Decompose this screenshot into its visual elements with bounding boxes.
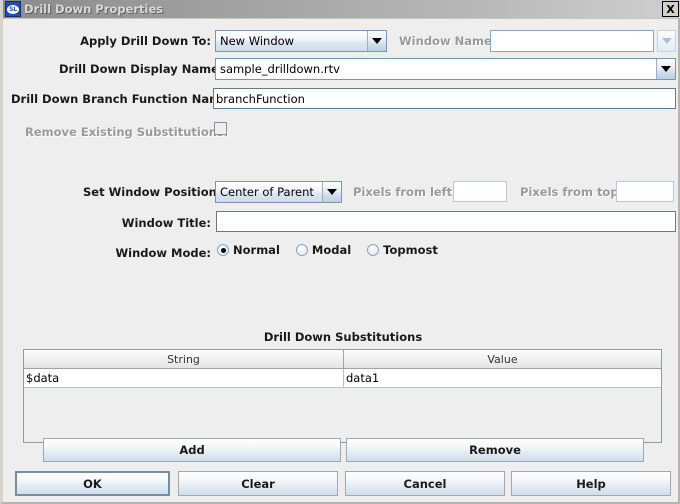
pixels-from-left-input (453, 181, 507, 202)
column-header-value[interactable]: Value (344, 350, 661, 368)
window-name-combo[interactable] (490, 30, 676, 52)
window-mode-label: Window Mode: (115, 246, 211, 260)
cancel-button[interactable]: Cancel (345, 471, 505, 496)
window-mode-radio-group: Normal Modal Topmost (217, 243, 454, 257)
window-title: Drill Down Properties (24, 2, 164, 16)
sl-logo-icon: SL (5, 1, 21, 17)
radio-modal-label: Modal (311, 243, 352, 257)
radio-topmost[interactable] (367, 244, 380, 256)
table-header-row: String Value (24, 350, 661, 369)
chevron-down-icon[interactable] (367, 31, 386, 51)
branch-function-label: Drill Down Branch Function Name: (11, 92, 234, 106)
cell-value[interactable]: data1 (344, 369, 661, 387)
add-button[interactable]: Add (43, 438, 341, 462)
apply-drill-down-combo[interactable]: New Window (215, 30, 387, 52)
display-name-combo[interactable]: sample_drilldown.rtv (215, 58, 676, 80)
chevron-down-icon[interactable] (656, 59, 675, 79)
close-icon[interactable]: X (662, 1, 679, 17)
display-name-value[interactable]: sample_drilldown.rtv (216, 59, 656, 79)
chevron-down-icon[interactable] (322, 182, 341, 202)
pixels-from-left-label: Pixels from left: (353, 185, 457, 199)
window-title-label: Window Title: (121, 216, 211, 230)
window-name-input[interactable] (490, 30, 654, 52)
radio-modal[interactable] (295, 244, 308, 256)
display-name-label: Drill Down Display Name: (59, 62, 224, 76)
remove-substitutions-checkbox (214, 122, 227, 135)
table-empty-area (24, 388, 661, 442)
pixels-from-top-input (616, 181, 674, 202)
sl-logo-text: SL (7, 4, 19, 14)
dialog-content: Apply Drill Down To: New Window Window N… (3, 20, 680, 504)
branch-function-input[interactable]: branchFunction (213, 88, 676, 109)
window-name-label: Window Name: (399, 34, 497, 48)
pixels-from-top-label: Pixels from top: (520, 185, 624, 199)
window-title-input[interactable] (216, 211, 676, 232)
drill-down-properties-dialog: SL Drill Down Properties X Apply Drill D… (0, 0, 680, 504)
remove-button[interactable]: Remove (346, 438, 644, 462)
title-bar: SL Drill Down Properties X (3, 0, 680, 19)
cell-string[interactable]: $data (24, 369, 344, 387)
column-header-string[interactable]: String (24, 350, 344, 368)
radio-normal[interactable] (217, 244, 229, 256)
set-window-position-label: Set Window Position: (83, 185, 222, 199)
ok-button[interactable]: OK (15, 471, 170, 496)
radio-normal-label: Normal (233, 243, 280, 257)
help-button[interactable]: Help (511, 471, 671, 496)
clear-button[interactable]: Clear (178, 471, 338, 496)
substitutions-table: String Value $data data1 (23, 349, 662, 443)
apply-drill-down-label: Apply Drill Down To: (80, 34, 211, 48)
radio-topmost-label: Topmost (383, 243, 438, 257)
remove-substitutions-label: Remove Existing Substitutions: (25, 125, 229, 139)
chevron-down-icon-disabled (657, 30, 676, 52)
apply-drill-down-value: New Window (220, 34, 295, 48)
set-window-position-value: Center of Parent (220, 185, 314, 199)
substitutions-section-title: Drill Down Substitutions (263, 330, 423, 344)
table-row[interactable]: $data data1 (24, 369, 661, 388)
set-window-position-combo[interactable]: Center of Parent (215, 181, 342, 203)
